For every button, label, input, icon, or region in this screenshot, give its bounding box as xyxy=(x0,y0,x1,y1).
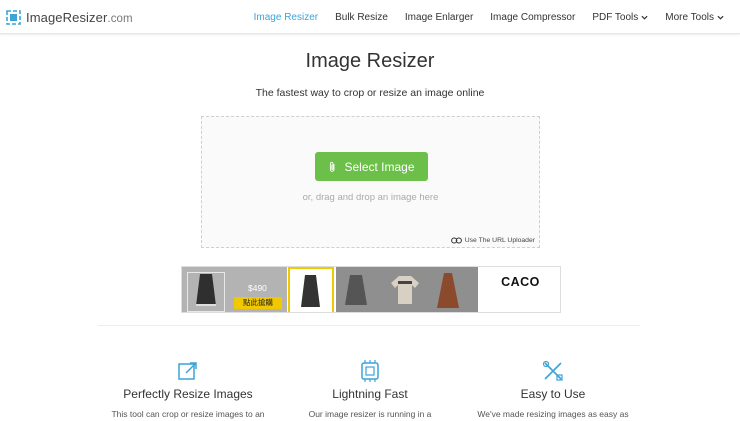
upload-dropzone[interactable]: Select Image or, drag and drop an image … xyxy=(201,116,540,248)
ad-buy-button[interactable]: 點此搶購 xyxy=(234,297,282,309)
ad-selected-product[interactable] xyxy=(288,267,334,312)
nav-image-resizer[interactable]: Image Resizer xyxy=(254,12,318,23)
ad-product-panel[interactable]: $490 點此搶購 xyxy=(182,267,287,312)
nav-image-resizer-label: Image Resizer xyxy=(253,11,319,23)
logo-icon xyxy=(6,9,21,25)
resize-icon xyxy=(178,362,197,380)
page-title: Image Resizer xyxy=(305,50,435,72)
url-uploader-link[interactable]: Use The URL Uploader xyxy=(450,237,535,244)
ad-brand-logo[interactable]: CACO xyxy=(480,267,560,312)
nav-image-enlarger[interactable]: Image Enlarger xyxy=(405,12,473,23)
paperclip-icon xyxy=(330,161,335,172)
feature-title: Lightning Fast xyxy=(332,387,408,401)
ad-product-strip[interactable] xyxy=(336,267,478,312)
nav-more-tools-label: More Tools xyxy=(665,11,714,23)
feature-description: We've made resizing images as easy as 1-… xyxy=(477,409,629,421)
nav-bulk-resize-label: Bulk Resize xyxy=(335,11,388,23)
ad-price: $490 xyxy=(248,283,267,293)
logo-text: ImageResizer.com xyxy=(26,10,133,25)
select-image-label: Select Image xyxy=(344,159,415,174)
dress-image xyxy=(437,273,459,308)
lightning-icon xyxy=(361,360,379,382)
feature-fast: Lightning Fast Our image resizer is runn… xyxy=(270,360,470,421)
chevron-down-icon xyxy=(641,15,648,20)
skirt-image xyxy=(196,274,216,306)
site-logo[interactable]: ImageResizer.com xyxy=(6,7,133,27)
feature-description: Our image resizer is running in a server… xyxy=(295,409,446,421)
nav-pdf-tools[interactable]: PDF Tools xyxy=(592,12,648,23)
nav-more-tools[interactable]: More Tools xyxy=(665,12,724,23)
skirt-image xyxy=(301,275,320,307)
feature-description: This tool can crop or resize images to a… xyxy=(111,409,265,421)
chevron-down-icon xyxy=(717,15,724,20)
nav-image-compressor[interactable]: Image Compressor xyxy=(490,12,575,23)
tshirt-image xyxy=(391,276,419,304)
drop-hint: or, drag and drop an image here xyxy=(302,192,439,203)
feature-easy: Easy to Use We've made resizing images a… xyxy=(453,360,653,421)
top-nav-bar: ImageResizer.com Image Resizer Bulk Resi… xyxy=(0,0,740,34)
section-divider xyxy=(98,325,640,326)
select-image-button[interactable]: Select Image xyxy=(315,152,428,181)
nav-image-compressor-label: Image Compressor xyxy=(490,11,576,23)
ad-banner[interactable]: $490 點此搶購 CACO xyxy=(181,266,561,313)
nav-pdf-tools-label: PDF Tools xyxy=(592,11,639,23)
url-uploader-label: Use The URL Uploader xyxy=(464,237,535,244)
nav-bulk-resize[interactable]: Bulk Resize xyxy=(335,12,388,23)
feature-title: Easy to Use xyxy=(520,387,586,401)
nav-image-enlarger-label: Image Enlarger xyxy=(404,11,474,23)
main-nav: Image Resizer Bulk Resize Image Enlarger… xyxy=(237,0,724,34)
page-subtitle: The fastest way to crop or resize an ima… xyxy=(255,87,485,99)
logo-name: ImageResizer xyxy=(26,9,108,25)
tools-icon xyxy=(542,360,563,381)
skirt-image xyxy=(345,275,367,305)
logo-domain: .com xyxy=(107,12,133,25)
feature-resize: Perfectly Resize Images This tool can cr… xyxy=(88,360,288,421)
feature-title: Perfectly Resize Images xyxy=(123,387,253,401)
link-icon xyxy=(450,237,462,244)
